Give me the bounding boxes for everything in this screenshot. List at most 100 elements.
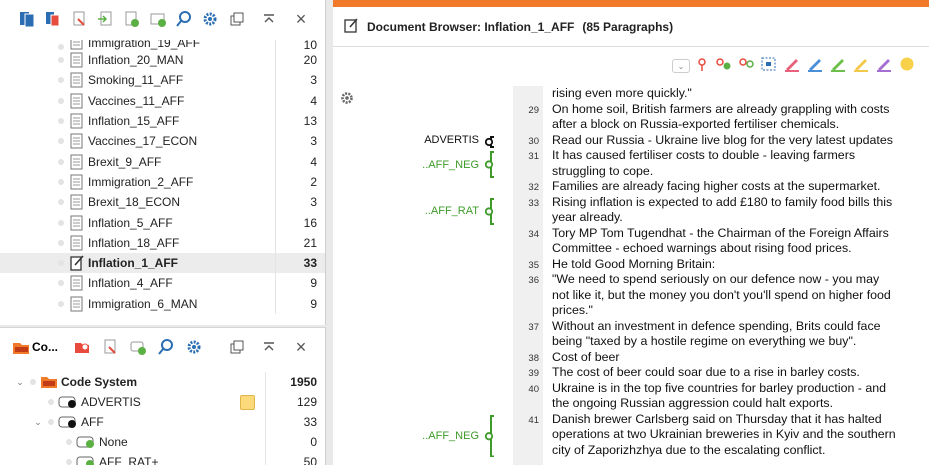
- settings-icon[interactable]: [180, 335, 208, 359]
- memo-icon[interactable]: [240, 394, 255, 410]
- document-row[interactable]: Inflation_1_AFF 33: [0, 252, 325, 274]
- search-icon[interactable]: [171, 7, 197, 31]
- new-document-set-icon[interactable]: [145, 7, 171, 31]
- status-dot: [66, 459, 72, 465]
- collapse-icon[interactable]: [255, 335, 283, 359]
- document-icon: [70, 194, 84, 210]
- chevron-down-icon[interactable]: ⌄: [14, 377, 26, 388]
- coded-segments-count: 4: [275, 151, 325, 172]
- highlighter-blue-icon[interactable]: [806, 56, 824, 77]
- activate-documents-icon[interactable]: [66, 7, 92, 31]
- status-dot: [58, 77, 64, 84]
- collapse-icon[interactable]: [255, 7, 283, 31]
- document-row[interactable]: Inflation_18_AFF 21: [0, 232, 325, 253]
- code-row[interactable]: AFF_RAT+ 50: [0, 452, 325, 465]
- highlighter-green-icon[interactable]: [829, 56, 847, 77]
- code-row[interactable]: ADVERTIS 129: [0, 392, 325, 412]
- document-group-icon[interactable]: [40, 7, 66, 31]
- code-stripe[interactable]: [485, 135, 499, 148]
- paragraph-count: (85 Paragraphs): [582, 19, 674, 34]
- code-name: Code System: [61, 375, 138, 389]
- new-code-icon[interactable]: [124, 335, 152, 359]
- highlighter-purple-icon[interactable]: [875, 56, 893, 77]
- code-plus-icon[interactable]: [714, 56, 732, 77]
- code-stripe[interactable]: [485, 414, 499, 458]
- document-row[interactable]: Inflation_20_MAN 20: [0, 50, 325, 71]
- document-row[interactable]: Inflation_5_AFF 16: [0, 212, 325, 233]
- code-system-icon[interactable]: [10, 335, 32, 359]
- edit-document-icon[interactable]: [343, 17, 359, 36]
- paragraph-number: 41: [528, 414, 539, 426]
- paragraph-number: 29: [528, 104, 539, 116]
- activate-codes-icon[interactable]: [96, 335, 124, 359]
- code-stripe[interactable]: [485, 151, 499, 178]
- document-row[interactable]: Immigration_2_AFF 2: [0, 171, 325, 193]
- highlighter-yellow-icon[interactable]: [852, 56, 870, 77]
- highlighter-red-icon[interactable]: [783, 56, 801, 77]
- code-stripe-label[interactable]: ADVERTIS: [424, 134, 479, 146]
- code-stripe-label[interactable]: ..AFF_NEG: [422, 159, 479, 171]
- emoji-icon[interactable]: [898, 56, 916, 77]
- document-row[interactable]: Immigration_19_AFF 10: [0, 40, 325, 50]
- status-dot: [66, 439, 72, 445]
- text-line: after a block on Russia-exported fertili…: [552, 117, 840, 131]
- text-line: Cost of beer: [552, 349, 620, 364]
- chevron-down-icon[interactable]: ⌄: [32, 417, 44, 428]
- coded-segments-count: 20: [275, 50, 325, 71]
- document-name: Brexit_18_ECON: [88, 195, 181, 210]
- close-icon[interactable]: ×: [287, 7, 315, 31]
- paragraph-number: 35: [528, 259, 539, 271]
- code-stripe-label[interactable]: ..AFF_NEG: [422, 430, 479, 442]
- import-icon[interactable]: [92, 7, 118, 31]
- document-name: Immigration_6_MAN: [88, 296, 198, 311]
- code-system-tool-icon[interactable]: [68, 335, 96, 359]
- code-stripe-label[interactable]: ..AFF_RAT: [425, 205, 479, 217]
- code-stripe[interactable]: [485, 197, 499, 225]
- paragraph-number: 37: [528, 321, 539, 333]
- document-row[interactable]: Inflation_4_AFF 9: [0, 273, 325, 294]
- document-name: Inflation_5_AFF: [88, 215, 173, 230]
- document-row[interactable]: Vaccines_17_ECON 3: [0, 131, 325, 152]
- text-line: He told Good Morning Britain:: [552, 256, 716, 271]
- document-row[interactable]: Brexit_9_AFF 4: [0, 151, 325, 172]
- new-document-icon[interactable]: [119, 7, 145, 31]
- select-region-icon[interactable]: [760, 56, 778, 77]
- document-row[interactable]: Inflation_15_AFF 13: [0, 110, 325, 132]
- coded-segments-count: 3: [275, 192, 325, 213]
- code-icon[interactable]: [695, 56, 709, 77]
- code-frequency: 129: [265, 392, 325, 412]
- document-row[interactable]: Brexit_18_ECON 3: [0, 192, 325, 213]
- document-icon: [70, 93, 84, 109]
- code-row[interactable]: None 0: [0, 432, 325, 452]
- document-name: Brexit_9_AFF: [88, 154, 162, 169]
- document-name: Immigration_19_AFF: [88, 40, 201, 50]
- code-name: ADVERTIS: [81, 395, 141, 409]
- document-icon: [70, 52, 84, 68]
- document-icon: [70, 296, 84, 312]
- status-dot: [48, 399, 54, 405]
- gutter-settings-icon[interactable]: [339, 90, 355, 111]
- document-row[interactable]: Immigration_6_MAN 9: [0, 293, 325, 314]
- search-icon[interactable]: [152, 335, 180, 359]
- dropdown-icon[interactable]: ⌄: [672, 59, 690, 73]
- undock-icon[interactable]: [223, 335, 251, 359]
- status-dot: [58, 199, 64, 206]
- paragraph-number: 30: [528, 135, 539, 147]
- code-row[interactable]: ⌄ AFF 33: [0, 412, 325, 432]
- settings-icon[interactable]: [197, 7, 223, 31]
- text-line: On home soil, British farmers are alread…: [552, 101, 890, 116]
- document-row[interactable]: Smoking_11_AFF 3: [0, 70, 325, 91]
- documents-icon[interactable]: [14, 7, 40, 31]
- document-row[interactable]: Vaccines_11_AFF 4: [0, 90, 325, 111]
- document-content: ADVERTIS ..AFF_NEG ..AFF_RAT ..AFF_NEG 29 30…: [333, 86, 929, 465]
- undock-icon[interactable]: [223, 7, 251, 31]
- code-multi-icon[interactable]: [737, 56, 755, 77]
- document-text[interactable]: rising even more quickly." On home soil, …: [552, 86, 929, 465]
- document-name: Vaccines_17_ECON: [88, 134, 198, 149]
- text-line: It has caused fertiliser costs to double…: [552, 148, 856, 162]
- close-icon[interactable]: ×: [287, 335, 315, 359]
- code-row[interactable]: ⌄ Code System 1950: [0, 372, 325, 392]
- coded-segments-count: 9: [275, 293, 325, 314]
- paragraph-number: 38: [528, 352, 539, 364]
- status-dot: [30, 379, 36, 385]
